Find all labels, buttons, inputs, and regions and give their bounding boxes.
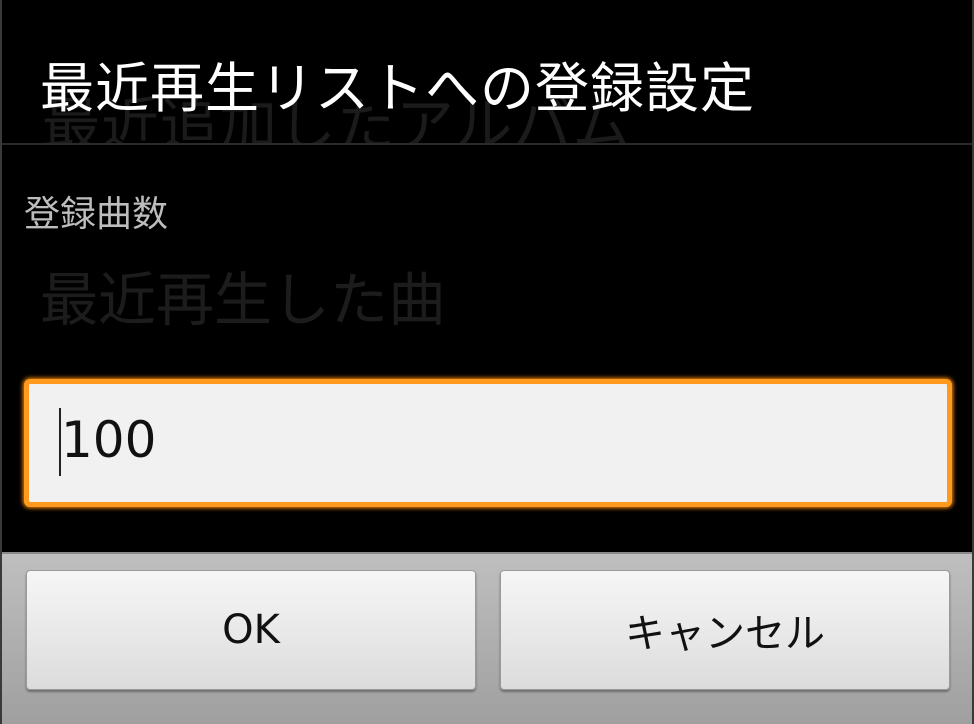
screen: 最近追加したアルバム 最近再生リストへの登録設定 登録曲数 最近再生した曲 OK…	[0, 0, 974, 724]
text-cursor	[59, 408, 61, 476]
settings-dialog: 最近追加したアルバム 最近再生リストへの登録設定 登録曲数 最近再生した曲 OK…	[0, 0, 974, 724]
song-count-field[interactable]	[24, 379, 952, 507]
background-list-item: 最近再生した曲	[40, 266, 447, 334]
song-count-input[interactable]	[55, 398, 915, 482]
cancel-button[interactable]: キャンセル	[500, 570, 950, 690]
song-count-label: 登録曲数	[24, 194, 169, 235]
ok-button[interactable]: OK	[26, 570, 476, 690]
dialog-title: 最近再生リストへの登録設定	[40, 57, 755, 120]
dialog-body: 登録曲数 最近再生した曲	[2, 145, 972, 550]
dialog-button-bar: OK キャンセル	[2, 552, 972, 724]
dialog-title-bar: 最近追加したアルバム 最近再生リストへの登録設定	[2, 0, 972, 145]
